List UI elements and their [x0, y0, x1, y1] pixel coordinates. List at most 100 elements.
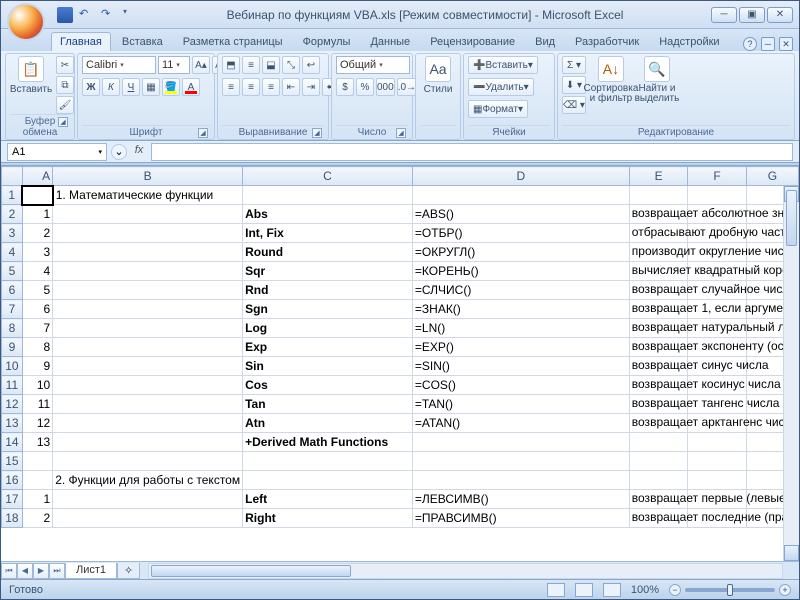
- cell[interactable]: =SIN(): [412, 357, 629, 376]
- find-select-button[interactable]: 🔍 Найти и выделить: [636, 56, 678, 104]
- col-header-E[interactable]: E: [629, 167, 688, 186]
- cell[interactable]: [412, 186, 629, 205]
- cell[interactable]: =СЛЧИС(): [412, 281, 629, 300]
- cell[interactable]: [688, 452, 746, 471]
- cell[interactable]: =ОКРУГЛ(): [412, 243, 629, 262]
- cell[interactable]: возвращает случайное число (б: [629, 281, 688, 300]
- row-header[interactable]: 17: [2, 490, 23, 509]
- italic-button[interactable]: К: [102, 78, 120, 96]
- col-header-A[interactable]: A: [22, 167, 52, 186]
- tab-developer[interactable]: Разработчик: [566, 32, 648, 51]
- cell[interactable]: возвращает косинус числа: [629, 376, 688, 395]
- cell[interactable]: 11: [22, 395, 52, 414]
- vertical-scrollbar[interactable]: [783, 186, 799, 561]
- office-button[interactable]: [7, 3, 45, 41]
- cell[interactable]: возвращает абсолютное значен: [629, 205, 688, 224]
- col-header-G[interactable]: G: [746, 167, 798, 186]
- cell[interactable]: [53, 243, 243, 262]
- redo-icon[interactable]: ↷: [101, 7, 117, 23]
- bold-button[interactable]: Ж: [82, 78, 100, 96]
- cell[interactable]: [22, 471, 52, 490]
- cell[interactable]: Log: [243, 319, 413, 338]
- cell[interactable]: отбрасывают дробную часть от: [629, 224, 688, 243]
- align-launcher[interactable]: ◢: [312, 128, 322, 138]
- cell[interactable]: [53, 205, 243, 224]
- cell[interactable]: возвращает синус числа: [629, 357, 688, 376]
- maximize-button[interactable]: ▣: [739, 7, 765, 23]
- wrap-text-button[interactable]: ↩: [302, 56, 320, 74]
- cell[interactable]: [629, 186, 688, 205]
- cell[interactable]: 5: [22, 281, 52, 300]
- accounting-button[interactable]: $: [336, 78, 354, 96]
- cell[interactable]: [688, 471, 746, 490]
- cell[interactable]: [53, 490, 243, 509]
- row-header[interactable]: 10: [2, 357, 23, 376]
- sheet-tab[interactable]: Лист1: [65, 563, 117, 579]
- cell[interactable]: 13: [22, 433, 52, 452]
- tab-addins[interactable]: Надстройки: [650, 32, 728, 51]
- cell[interactable]: Int, Fix: [243, 224, 413, 243]
- cell[interactable]: [629, 471, 688, 490]
- align-bottom-button[interactable]: ⬓: [262, 56, 280, 74]
- cell[interactable]: возвращает натуральный логар: [629, 319, 688, 338]
- cells-insert-button[interactable]: ➕ Вставить ▾: [468, 56, 538, 74]
- cell[interactable]: Round: [243, 243, 413, 262]
- cell[interactable]: возвращает последние (правые: [629, 509, 688, 528]
- cell[interactable]: [53, 452, 243, 471]
- tab-formulas[interactable]: Формулы: [294, 32, 360, 51]
- fill-button[interactable]: ⬇ ▾: [562, 76, 586, 94]
- row-header[interactable]: 3: [2, 224, 23, 243]
- col-header-C[interactable]: C: [243, 167, 413, 186]
- mdi-minimize-icon[interactable]: ─: [761, 37, 775, 51]
- cell[interactable]: =LN(): [412, 319, 629, 338]
- cell[interactable]: возвращает арктангенс числа: [629, 414, 688, 433]
- cell[interactable]: Sgn: [243, 300, 413, 319]
- font-color-button[interactable]: A: [182, 78, 200, 96]
- cell[interactable]: [412, 452, 629, 471]
- cell[interactable]: Left: [243, 490, 413, 509]
- worksheet-grid[interactable]: A B C D E F G 11. Математические функции…: [1, 165, 799, 561]
- border-button[interactable]: ▦: [142, 78, 160, 96]
- format-painter-button[interactable]: 🖌: [56, 96, 74, 114]
- cell[interactable]: Atn: [243, 414, 413, 433]
- zoom-level[interactable]: 100%: [631, 584, 659, 596]
- percent-button[interactable]: %: [356, 78, 374, 96]
- cell[interactable]: [53, 338, 243, 357]
- grow-font-button[interactable]: A▴: [192, 56, 210, 74]
- decrease-indent-button[interactable]: ⇤: [282, 78, 300, 96]
- cell[interactable]: 2: [22, 509, 52, 528]
- row-header[interactable]: 16: [2, 471, 23, 490]
- cell[interactable]: [688, 186, 746, 205]
- comma-button[interactable]: 000: [376, 78, 395, 96]
- row-header[interactable]: 2: [2, 205, 23, 224]
- row-header[interactable]: 11: [2, 376, 23, 395]
- cell[interactable]: 7: [22, 319, 52, 338]
- undo-icon[interactable]: ↶: [79, 7, 95, 23]
- cell[interactable]: 4: [22, 262, 52, 281]
- scroll-down-icon[interactable]: [784, 545, 799, 561]
- cell[interactable]: [53, 281, 243, 300]
- cells-format-button[interactable]: ▦ Формат ▾: [468, 100, 528, 118]
- font-launcher[interactable]: ◢: [198, 128, 208, 138]
- cell[interactable]: 8: [22, 338, 52, 357]
- tab-review[interactable]: Рецензирование: [421, 32, 524, 51]
- cell[interactable]: [629, 433, 688, 452]
- cell[interactable]: Sqr: [243, 262, 413, 281]
- align-middle-button[interactable]: ≡: [242, 56, 260, 74]
- font-name-combo[interactable]: Calibri▾: [82, 56, 156, 74]
- row-header[interactable]: 5: [2, 262, 23, 281]
- cell[interactable]: 2: [22, 224, 52, 243]
- cell[interactable]: Tan: [243, 395, 413, 414]
- qat-customize-icon[interactable]: ▾: [123, 7, 139, 23]
- cell[interactable]: [22, 452, 52, 471]
- cell[interactable]: Exp: [243, 338, 413, 357]
- row-header[interactable]: 15: [2, 452, 23, 471]
- cell[interactable]: [53, 376, 243, 395]
- cell[interactable]: возвращает 1, если аргумент бо: [629, 300, 688, 319]
- align-right-button[interactable]: ≡: [262, 78, 280, 96]
- col-header-D[interactable]: D: [412, 167, 629, 186]
- tab-home[interactable]: Главная: [51, 32, 111, 51]
- underline-button[interactable]: Ч: [122, 78, 140, 96]
- cell[interactable]: [53, 224, 243, 243]
- view-normal-button[interactable]: [547, 583, 565, 597]
